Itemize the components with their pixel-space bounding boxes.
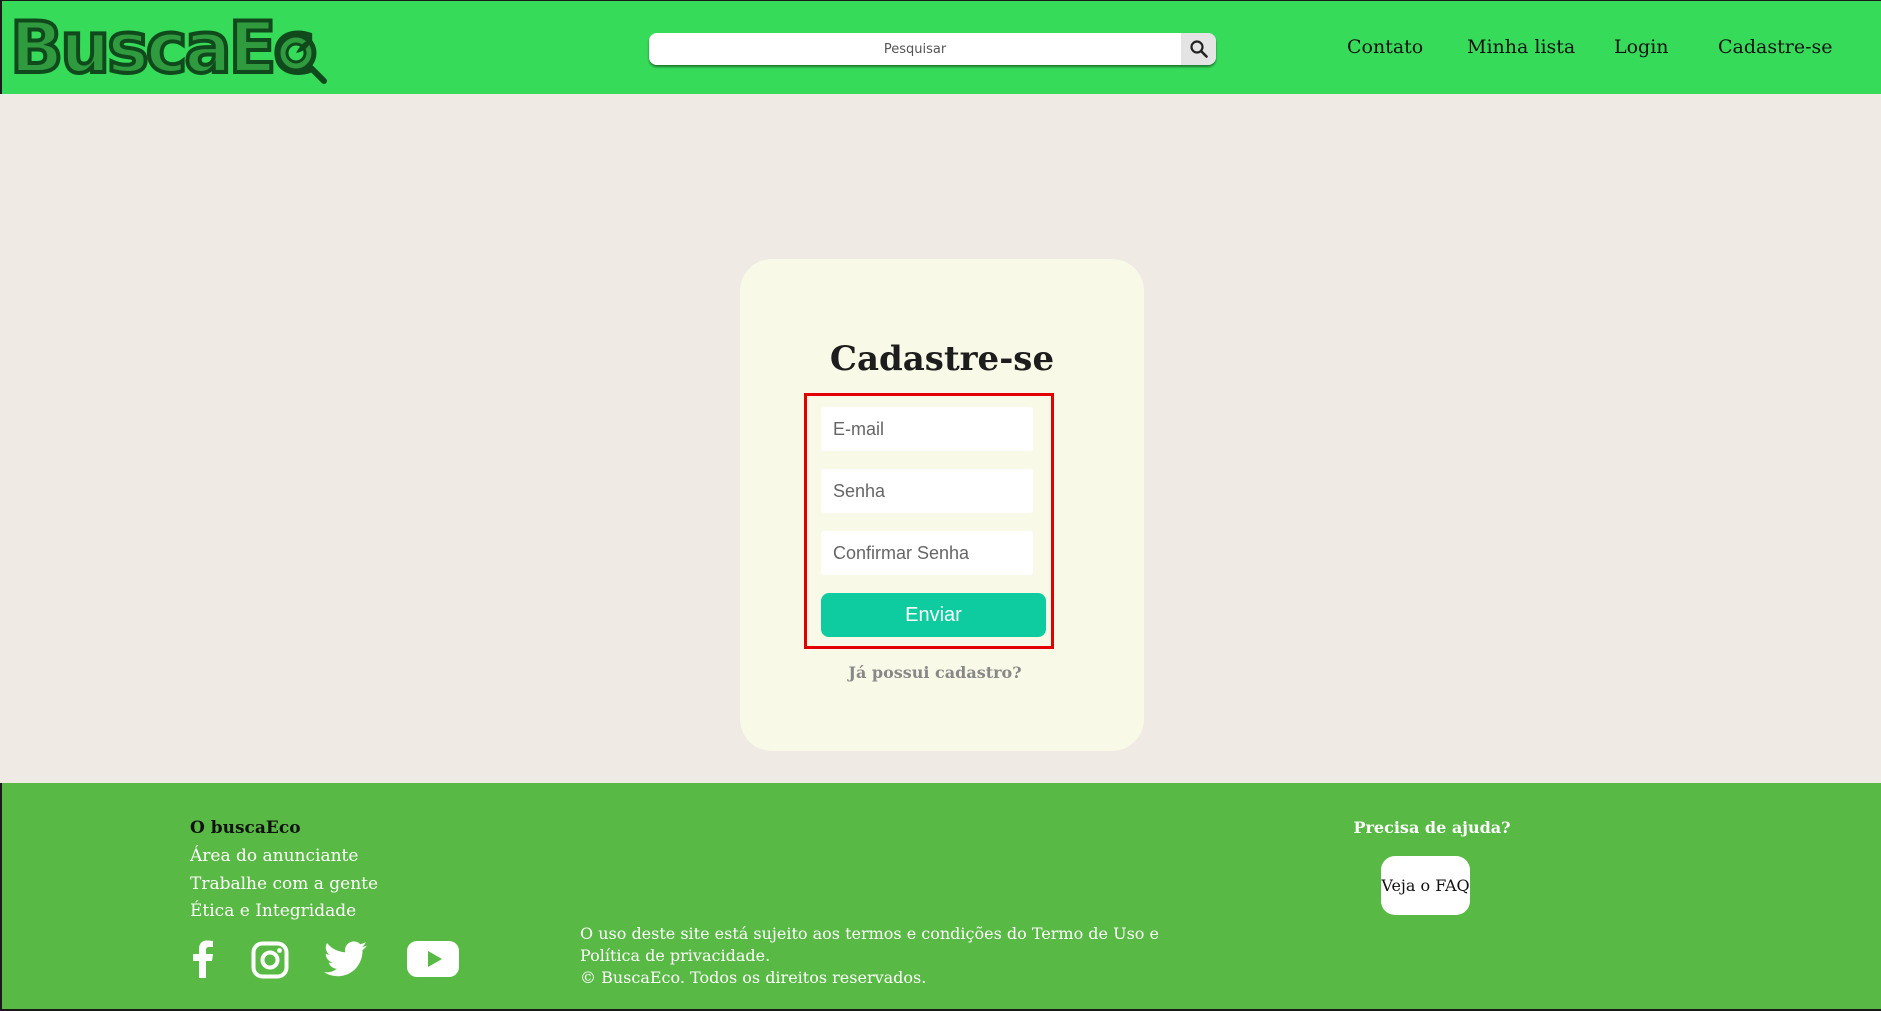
footer: O buscaEco Área do anunciante Trabalhe c… [0,783,1881,1011]
password-field[interactable] [821,469,1033,513]
footer-link-trabalhe[interactable]: Trabalhe com a gente [190,874,378,894]
signup-form: Enviar [804,393,1054,649]
twitter-icon[interactable] [323,939,369,979]
copyright-text: © BuscaEco. Todos os direitos reservados… [580,968,927,987]
submit-button[interactable]: Enviar [821,593,1046,637]
legal-terms-text: O uso deste site está sujeito aos termos… [580,924,1159,965]
login-link[interactable]: Já possui cadastro? [740,663,1130,682]
nav-login[interactable]: Login [1614,35,1669,59]
page-title: Cadastre-se [829,339,1055,379]
search-icon [1189,40,1208,58]
instagram-icon[interactable] [249,939,291,981]
search-bar [649,33,1216,65]
email-field[interactable] [821,407,1033,451]
confirm-password-field[interactable] [821,531,1033,575]
footer-link-etica[interactable]: Ética e Integridade [190,901,356,921]
header: BuscaEc Contato Minha lista Login Cadast… [0,0,1881,94]
signup-card: Cadastre-se Enviar Já possui cadastro? [740,259,1144,751]
nav-cadastre-se[interactable]: Cadastre-se [1718,35,1832,59]
search-input[interactable] [649,33,1181,65]
youtube-icon[interactable] [407,939,459,979]
logo-text: BuscaEc [8,7,317,89]
legal-notice: O uso deste site está sujeito aos termos… [580,923,1200,989]
footer-about-heading: O buscaEco [190,818,301,838]
faq-button[interactable]: Veja o FAQ [1381,856,1470,915]
footer-link-anunciante[interactable]: Área do anunciante [190,846,358,866]
help-heading: Precisa de ajuda? [1353,818,1511,837]
nav-minha-lista[interactable]: Minha lista [1467,35,1575,59]
facebook-icon[interactable] [188,939,218,979]
logo[interactable]: BuscaEc [8,7,330,89]
eco-magnifier-logo-icon [275,32,327,84]
nav-contato[interactable]: Contato [1347,35,1423,59]
search-button[interactable] [1181,33,1216,65]
